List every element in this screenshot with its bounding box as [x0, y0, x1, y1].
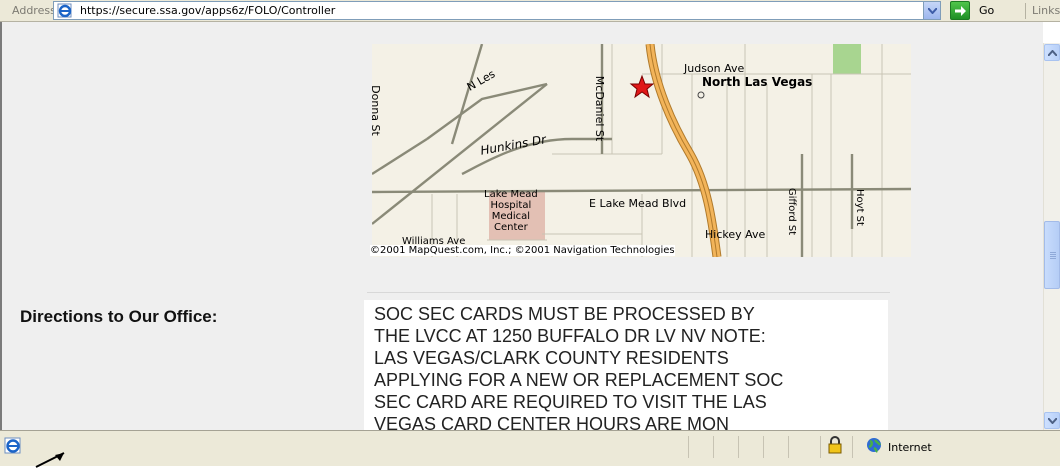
divider — [367, 292, 890, 293]
chevron-up-icon — [1048, 50, 1057, 56]
status-pane — [763, 436, 764, 458]
directions-line: THE LVCC AT 1250 BUFFALO DR LV NV NOTE: — [374, 326, 766, 346]
directions-line: SOC SEC CARDS MUST BE PROCESSED BY — [374, 304, 755, 324]
scroll-thumb[interactable] — [1044, 221, 1060, 289]
go-button[interactable]: Go — [950, 1, 1018, 20]
status-pane — [788, 436, 789, 458]
map-label-e-lake-mead: E Lake Mead Blvd — [589, 197, 687, 210]
map-label-judson: Judson Ave — [684, 62, 745, 75]
scroll-down-button[interactable] — [1044, 412, 1060, 429]
map-label-hickey: Hickey Ave — [705, 228, 766, 241]
directions-heading: Directions to Our Office: — [20, 307, 218, 326]
status-pane — [820, 436, 821, 458]
map-label-mcdaniel: McDaniel St — [593, 75, 607, 142]
status-pane — [688, 436, 689, 458]
map-label-hospital: Lake Mead Hospital Medical Center — [484, 189, 538, 233]
directions-text-box: SOC SEC CARDS MUST BE PROCESSED BY THE L… — [364, 300, 888, 430]
directions-line: VEGAS CARD CENTER HOURS ARE MON — [374, 414, 730, 430]
links-button[interactable]: Links — [1032, 4, 1060, 17]
chevron-down-icon — [928, 8, 937, 14]
directions-line: APPLYING FOR A NEW OR REPLACEMENT SOC — [374, 370, 784, 390]
lock-icon — [828, 436, 842, 454]
map-label-hoyt: Hoyt St — [853, 189, 865, 226]
address-dropdown-button[interactable] — [923, 2, 940, 19]
map-label-gifford: Gifford St — [786, 187, 798, 236]
go-arrow-icon — [950, 1, 970, 20]
map-label-donna: Donna St — [372, 85, 382, 136]
address-label: Address — [12, 4, 56, 17]
address-bar: Address https://secure.ssa.gov/apps6z/FO… — [0, 0, 1060, 22]
directions-line: LAS VEGAS/CLARK COUNTY RESIDENTS — [374, 348, 729, 368]
scroll-up-button[interactable] — [1044, 44, 1060, 61]
status-bar: Internet — [0, 430, 1060, 466]
vertical-scrollbar[interactable] — [1043, 43, 1060, 430]
status-pane — [738, 436, 739, 458]
address-input[interactable]: https://secure.ssa.gov/apps6z/FOLO/Contr… — [53, 1, 941, 20]
status-pane — [852, 436, 853, 458]
ie-status-icon — [4, 437, 21, 454]
map-label-north-las-vegas: North Las Vegas — [702, 75, 813, 89]
security-zone-label: Internet — [888, 441, 932, 454]
address-url: https://secure.ssa.gov/apps6z/FOLO/Contr… — [80, 4, 336, 17]
chevron-down-icon — [1048, 418, 1057, 424]
park-area — [833, 44, 861, 74]
scroll-grip-icon — [1050, 252, 1056, 260]
toolbar-separator — [1025, 3, 1026, 19]
map-graphic — [372, 44, 911, 257]
go-label: Go — [979, 4, 995, 17]
map-copyright: ©2001 MapQuest.com, Inc.; ©2001 Navigati… — [370, 245, 675, 256]
page-content[interactable]: Judson Ave North Las Vegas Donna St N Le… — [0, 22, 1043, 430]
ie-page-icon — [57, 3, 72, 18]
location-map: Judson Ave North Las Vegas Donna St N Le… — [372, 44, 911, 257]
status-pane — [713, 436, 714, 458]
internet-globe-icon — [867, 438, 882, 453]
directions-line: SEC CARD ARE REQUIRED TO VISIT THE LAS — [374, 392, 767, 412]
